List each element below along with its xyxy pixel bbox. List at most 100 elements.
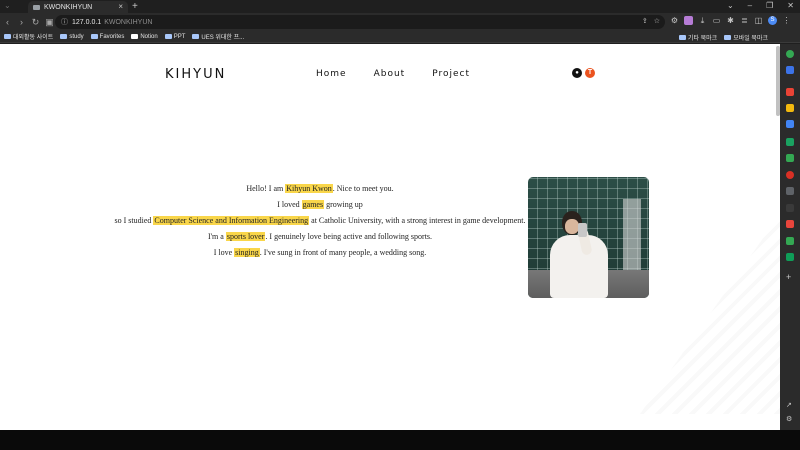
- bookmark-label: UES 위대한 프...: [201, 35, 245, 41]
- bookmark-folder[interactable]: 대외활동 사이트: [4, 32, 53, 41]
- intro-line: so I studied Computer Science and Inform…: [110, 216, 530, 226]
- social-links: ● T: [572, 68, 595, 78]
- reload-icon[interactable]: ↻: [29, 17, 42, 28]
- bookmark-folder[interactable]: study: [60, 33, 84, 40]
- bookmark-label: 기타 북마크: [687, 35, 718, 42]
- intro-line: I'm a sports lover. I genuinely love bei…: [110, 232, 530, 242]
- photo-person-face: [565, 219, 579, 234]
- window-close-icon[interactable]: ✕: [787, 0, 794, 12]
- folder-icon: [164, 34, 172, 39]
- tab-title: KWONKIHYUN: [44, 3, 93, 11]
- nav-project[interactable]: Project: [432, 69, 470, 79]
- side-app-icon-green-3[interactable]: [786, 154, 794, 162]
- intro-text-segment: growing up: [324, 200, 363, 209]
- bookmark-folder[interactable]: PPT: [164, 33, 186, 40]
- folder-icon: [4, 34, 11, 39]
- tab-strip: ⌄ KWONKIHYUN × + ⌄ – ❐ ✕: [0, 0, 800, 13]
- address-bar[interactable]: ⓘ 127.0.0.1 KWONKIHYUN ⇪ ☆: [55, 15, 665, 29]
- tab-close-icon[interactable]: ×: [118, 3, 123, 11]
- nav-home[interactable]: Home: [316, 69, 347, 79]
- tab-search-icon[interactable]: ⌄: [4, 1, 26, 12]
- url-page-title: KWONKIHYUN: [104, 18, 153, 26]
- restore-icon[interactable]: ❐: [766, 0, 773, 12]
- side-app-icon-dark[interactable]: [786, 204, 794, 212]
- taskbar: [0, 430, 800, 450]
- intro-text-segment: . I've sung in front of many people, a w…: [259, 248, 427, 257]
- bookmark-folder[interactable]: Favorites: [90, 33, 125, 40]
- highlight-sports: sports lover: [225, 232, 266, 241]
- favicon-icon: [33, 4, 40, 10]
- notion-icon: [131, 34, 139, 39]
- github-icon[interactable]: ●: [572, 68, 582, 78]
- bookmark-label: Favorites: [99, 33, 125, 40]
- menu-icon[interactable]: ⋮: [782, 16, 791, 25]
- side-app-icon-green-4[interactable]: [786, 237, 794, 245]
- bookmark-folder[interactable]: 기타 북마크: [678, 33, 718, 42]
- forward-icon[interactable]: ›: [15, 17, 28, 27]
- folder-icon: [60, 34, 68, 39]
- tistory-icon[interactable]: T: [585, 68, 595, 78]
- extension-purple-icon[interactable]: [684, 16, 693, 25]
- bookmark-star-icon[interactable]: ☆: [654, 17, 660, 25]
- photo-phone: [578, 223, 587, 237]
- side-app-icon-grey[interactable]: [786, 187, 794, 195]
- minimize-icon[interactable]: –: [748, 0, 752, 12]
- side-app-icon-yellow[interactable]: [786, 104, 794, 112]
- intro-text-segment: so I studied: [114, 216, 154, 225]
- bookmark-folder[interactable]: 모바일 북마크: [724, 33, 768, 42]
- side-panel-icon[interactable]: ◫: [754, 16, 763, 25]
- extension-icon[interactable]: ⚙: [670, 16, 679, 25]
- highlight-name: Kihyun Kwon: [285, 184, 333, 193]
- side-add-icon[interactable]: +: [786, 273, 794, 282]
- intro-line: I love singing. I've sung in front of ma…: [110, 248, 530, 258]
- profile-avatar[interactable]: S: [768, 16, 777, 25]
- intro-line: I loved games growing up: [110, 200, 530, 210]
- folder-icon: [678, 34, 686, 40]
- side-app-icon-green-2[interactable]: [786, 138, 794, 146]
- folder-icon: [90, 34, 98, 39]
- side-app-icon-youtube[interactable]: [786, 220, 794, 228]
- side-app-icon-blue-2[interactable]: [786, 120, 794, 128]
- side-settings-icon[interactable]: ⚙: [786, 416, 794, 424]
- reading-list-icon[interactable]: ≣: [740, 16, 749, 25]
- intro-text-segment: . I genuinely love being active and foll…: [265, 232, 433, 241]
- extensions-puzzle-icon[interactable]: ✱: [726, 16, 735, 25]
- folder-icon: [192, 34, 200, 39]
- info-icon[interactable]: ⓘ: [61, 17, 68, 27]
- window-controls: ⌄ – ❐ ✕: [727, 0, 794, 12]
- bookmark-label: study: [69, 33, 84, 40]
- bookmark-label: 대외활동 사이트: [13, 35, 54, 41]
- new-tab-button[interactable]: +: [132, 1, 138, 12]
- side-app-icon-green-5[interactable]: [786, 253, 794, 261]
- highlight-major: Computer Science and Information Enginee…: [153, 216, 310, 225]
- download-icon[interactable]: ⤓: [698, 16, 707, 25]
- bookmark-folder[interactable]: UES 위대한 프...: [192, 32, 244, 41]
- omnibox-actions: ⇪ ☆: [642, 17, 660, 25]
- intro-line: Hello! I am Kihyun Kwon. Nice to meet yo…: [110, 184, 530, 194]
- bookmark-label: PPT: [173, 33, 186, 40]
- photo-door: [623, 199, 641, 279]
- side-app-icon-red-2[interactable]: [786, 171, 794, 179]
- background-stripes: [640, 214, 780, 414]
- side-open-external-icon[interactable]: ↗: [786, 402, 794, 410]
- cast-icon[interactable]: ▭: [712, 16, 721, 25]
- browser-toolbar: ‹ › ↻ ▣ ⓘ 127.0.0.1 KWONKIHYUN ⇪ ☆ ⚙ ⤓ ▭…: [0, 13, 800, 31]
- back-icon[interactable]: ‹: [1, 17, 14, 27]
- bookmark-label: 모바일 북마크: [733, 35, 768, 42]
- web-page: KIHYUN Home About Project ● T Hello! I a…: [0, 44, 780, 430]
- intro-text-segment: I love: [213, 248, 235, 257]
- tab-search-chevron-icon[interactable]: ⌄: [727, 0, 734, 12]
- bookmarks-right: 기타 북마크 모바일 북마크: [678, 31, 775, 43]
- nav-about[interactable]: About: [374, 69, 406, 79]
- folder-icon: [724, 34, 732, 40]
- share-icon[interactable]: ⇪: [642, 17, 648, 25]
- intro-text-segment: at Catholic University, with a strong in…: [309, 216, 526, 225]
- active-tab[interactable]: KWONKIHYUN ×: [28, 1, 128, 13]
- url-host: 127.0.0.1: [72, 18, 102, 26]
- side-app-icon-green[interactable]: [786, 50, 794, 58]
- photo-person-body: [550, 235, 608, 298]
- side-app-icon-blue[interactable]: [786, 66, 794, 74]
- bookmark-link[interactable]: Notion: [131, 34, 158, 40]
- side-app-icon-red[interactable]: [786, 88, 794, 96]
- site-brand[interactable]: KIHYUN: [165, 67, 226, 82]
